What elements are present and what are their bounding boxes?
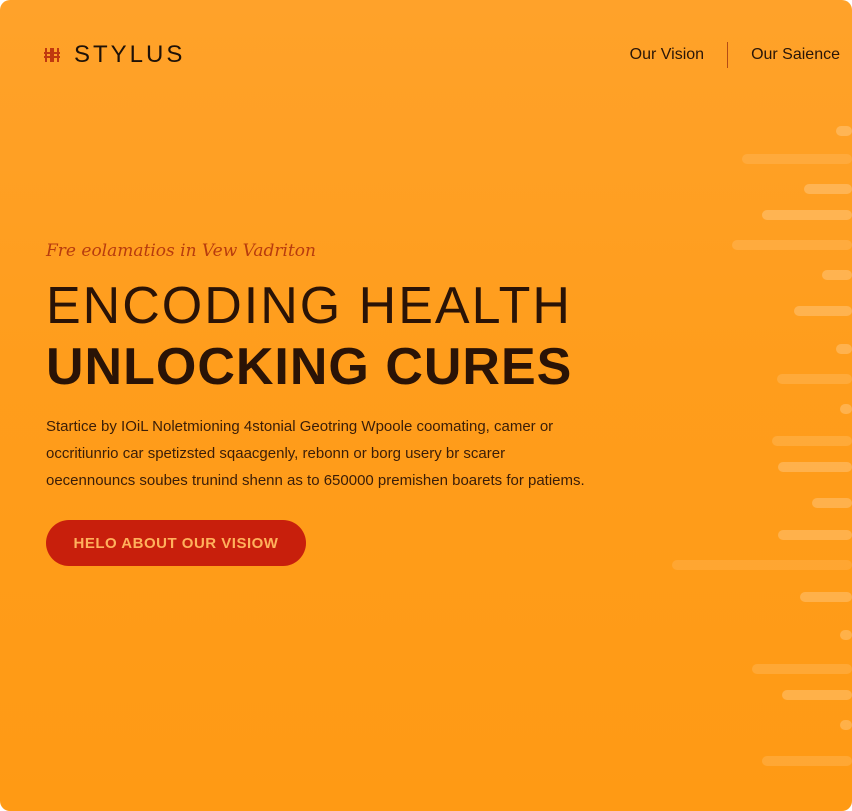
brand[interactable]: STYLUS <box>42 41 185 69</box>
nav-divider <box>727 42 729 68</box>
nav-link-our-vision[interactable]: Our Vision <box>630 46 704 64</box>
hero-tagline: Fre eolamatios in Vew Vadriton <box>46 241 316 261</box>
brand-name: STYLUS <box>74 41 186 68</box>
description-line: Startice by IOiL Noletmioning 4stonial G… <box>46 418 554 435</box>
description-line: oecennouncs soubes trunind shenn as to 6… <box>46 472 585 489</box>
top-bar: STYLUS Our Vision Our Saience <box>42 40 840 70</box>
description-line: occritiunrio car spetizsted sqaacgenly, … <box>46 445 506 462</box>
double-h-logo-icon <box>42 45 62 65</box>
hero-title-line-1: ENCODING HEALTH <box>46 277 572 335</box>
main-nav: Our Vision Our Saience <box>630 42 840 68</box>
hero-section: Fre eolamatios in Vew Vadriton ENCODING … <box>46 241 686 566</box>
nav-link-our-science[interactable]: Our Saience <box>751 46 840 64</box>
learn-about-vision-button[interactable]: HELO ABOUT OUR VISIOW <box>46 520 306 566</box>
hero-title-line-2: UNLOCKING CURES <box>46 338 573 396</box>
landing-page: STYLUS Our Vision Our Saience Fre eolama… <box>0 0 852 811</box>
hero-description: Startice by IOiL Noletmioning 4stonial G… <box>46 413 686 494</box>
